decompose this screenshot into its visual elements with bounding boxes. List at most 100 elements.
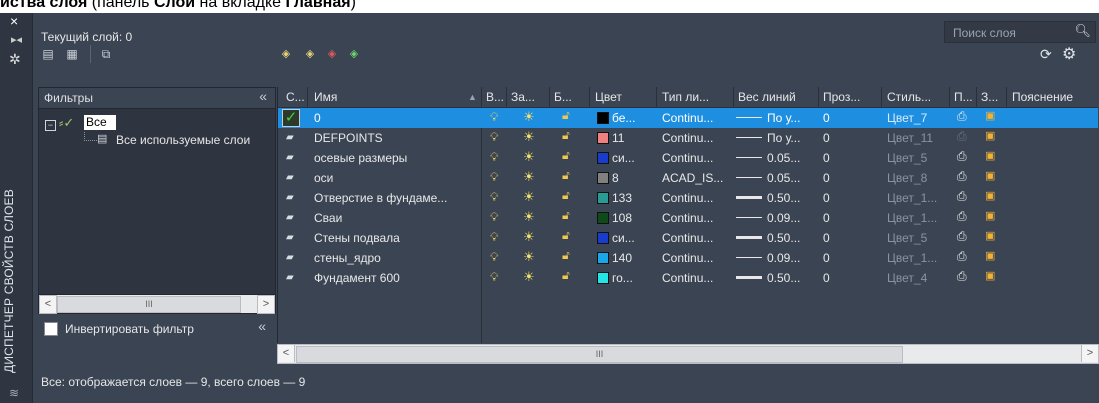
color-swatch[interactable] (597, 192, 609, 204)
column-plot[interactable]: П... (954, 90, 973, 104)
color-swatch[interactable] (597, 252, 609, 264)
collapse-filters-icon[interactable]: « (259, 88, 267, 104)
column-on[interactable]: В... (486, 90, 504, 104)
column-lock[interactable]: Б... (554, 90, 572, 104)
delete-layer-icon[interactable]: ◈ (324, 47, 340, 61)
refresh-icon[interactable]: ⟳ (1040, 46, 1052, 63)
linetype[interactable]: Continu... (662, 131, 713, 145)
printer-icon[interactable]: ⎙ (957, 229, 967, 244)
color-name[interactable]: 108 (612, 211, 632, 225)
printer-icon[interactable]: ⎙ (957, 189, 967, 204)
color-name[interactable]: го... (612, 271, 633, 285)
lineweight[interactable]: 0.50... (767, 271, 800, 285)
auto-hide-icon[interactable]: ▸◂ (11, 33, 22, 46)
lineweight[interactable]: 0.50... (767, 231, 800, 245)
sun-icon[interactable]: ☀ (523, 109, 535, 125)
linetype[interactable]: Continu... (662, 251, 713, 265)
layer-row[interactable]: ▰ стены_ядро 💡︎ ☀ 🔓︎ 140 Continu... 0.09... 0 Цве… (278, 248, 1098, 268)
layer-row[interactable]: ▰ Фундамент 600 💡︎ ☀ 🔓︎ го... Continu... 0.50..… (278, 268, 1098, 288)
transparency[interactable]: 0 (823, 111, 830, 125)
sun-icon[interactable]: ☀ (523, 229, 535, 245)
color-swatch[interactable] (597, 272, 609, 284)
color-swatch[interactable] (597, 172, 609, 184)
light-bulb-icon[interactable]: 💡︎ (490, 150, 498, 165)
unlock-icon[interactable]: 🔓︎ (562, 268, 570, 283)
transparency[interactable]: 0 (823, 171, 830, 185)
transparency[interactable]: 0 (823, 231, 830, 245)
scroll-thumb[interactable]: III (296, 346, 903, 363)
lineweight[interactable]: По у... (767, 131, 800, 145)
color-name[interactable]: 133 (612, 191, 632, 205)
lineweight[interactable]: 0.05... (767, 171, 800, 185)
layer-name[interactable]: оси (314, 171, 333, 185)
vp-freeze-icon[interactable]: ▣ (985, 189, 995, 202)
close-icon[interactable]: × (10, 13, 18, 29)
linetype[interactable]: Continu... (662, 231, 713, 245)
color-name[interactable]: си... (612, 231, 635, 245)
unlock-icon[interactable]: 🔓︎ (562, 128, 570, 143)
light-bulb-icon[interactable]: 💡︎ (490, 110, 498, 125)
filter-used-item[interactable]: Все используемые слои (116, 133, 250, 147)
color-name[interactable]: си... (612, 151, 635, 165)
palette-titlebar[interactable]: × ▸◂ ✲ ДИСПЕТЧЕР СВОЙСТВ СЛОЕВ ≋ (0, 13, 33, 403)
linetype[interactable]: Continu... (662, 191, 713, 205)
printer-icon[interactable]: ⎙ (957, 109, 967, 124)
color-swatch[interactable] (597, 112, 609, 124)
new-group-filter-icon[interactable]: ▦ (64, 47, 80, 61)
column-lineweight[interactable]: Вес линий (738, 90, 796, 104)
scroll-thumb[interactable]: III (57, 296, 241, 313)
vp-freeze-icon[interactable]: ▣ (985, 109, 995, 122)
lineweight[interactable]: 0.09... (767, 251, 800, 265)
linetype[interactable]: Continu... (662, 271, 713, 285)
light-bulb-icon[interactable]: 💡︎ (490, 250, 498, 265)
layer-row[interactable]: ▰ осевые размеры 💡︎ ☀ 🔓︎ си... Continu... 0.05.… (278, 148, 1098, 168)
layer-row[interactable]: ✓ 0 💡︎ ☀ 🔓︎ бе... Continu... По у... 0 Цвет_7 ⎙ ▣ (278, 108, 1098, 128)
layer-name[interactable]: стены_ядро (314, 251, 381, 265)
scroll-right-button[interactable]: > (1081, 345, 1098, 362)
search-input[interactable] (951, 24, 1075, 41)
printer-icon[interactable]: ⎙ (957, 269, 967, 284)
column-name[interactable]: Имя (314, 90, 337, 104)
filters-scrollbar[interactable]: < III > (39, 294, 275, 314)
set-current-icon[interactable]: ◈ (346, 47, 362, 61)
color-name[interactable]: 140 (612, 251, 632, 265)
search-icon[interactable]: 🔍︎ (1074, 23, 1091, 39)
layer-states-manager-icon[interactable]: ⧉ (98, 47, 114, 61)
layer-row[interactable]: ▰ Отверстие в фундаме... 💡︎ ☀ 🔓︎ 133 Continu..… (278, 188, 1098, 208)
vp-freeze-icon[interactable]: ▣ (985, 249, 995, 262)
color-name[interactable]: 11 (612, 131, 624, 145)
scroll-right-button[interactable]: > (257, 295, 275, 314)
layer-name[interactable]: осевые размеры (314, 151, 407, 165)
color-swatch[interactable] (597, 152, 609, 164)
lineweight[interactable]: 0.50... (767, 191, 800, 205)
column-linetype[interactable]: Тип ли... (662, 90, 709, 104)
light-bulb-icon[interactable]: 💡︎ (490, 210, 498, 225)
new-property-filter-icon[interactable]: ▤ (40, 47, 56, 61)
lineweight[interactable]: По у... (767, 111, 800, 125)
light-bulb-icon[interactable]: 💡︎ (490, 270, 498, 285)
unlock-icon[interactable]: 🔓︎ (562, 168, 570, 183)
printer-icon[interactable]: ⎙ (957, 149, 967, 164)
unlock-icon[interactable]: 🔓︎ (562, 208, 570, 223)
scroll-left-button[interactable]: < (39, 295, 57, 314)
color-swatch[interactable] (597, 132, 609, 144)
vp-freeze-icon[interactable]: ▣ (985, 149, 995, 162)
scroll-left-button[interactable]: < (278, 345, 295, 362)
linetype[interactable]: Continu... (662, 211, 713, 225)
sun-icon[interactable]: ☀ (523, 189, 535, 205)
linetype[interactable]: Continu... (662, 111, 713, 125)
unlock-icon[interactable]: 🔓︎ (562, 148, 570, 163)
color-name[interactable]: 8 (612, 171, 619, 185)
transparency[interactable]: 0 (823, 251, 830, 265)
sun-icon[interactable]: ☀ (523, 149, 535, 165)
color-swatch[interactable] (597, 212, 609, 224)
vp-freeze-icon[interactable]: ▣ (985, 169, 995, 182)
properties-icon[interactable]: ✲ (9, 51, 21, 68)
invert-filter-checkbox[interactable] (44, 322, 58, 336)
new-layer-vp-frozen-icon[interactable]: ◈ (302, 47, 318, 61)
layer-name[interactable]: Фундамент 600 (314, 271, 400, 285)
column-new-vp-freeze[interactable]: З... (981, 90, 998, 104)
sun-icon[interactable]: ☀ (523, 169, 535, 185)
printer-icon[interactable]: ⎙ (957, 129, 967, 144)
transparency[interactable]: 0 (823, 151, 830, 165)
